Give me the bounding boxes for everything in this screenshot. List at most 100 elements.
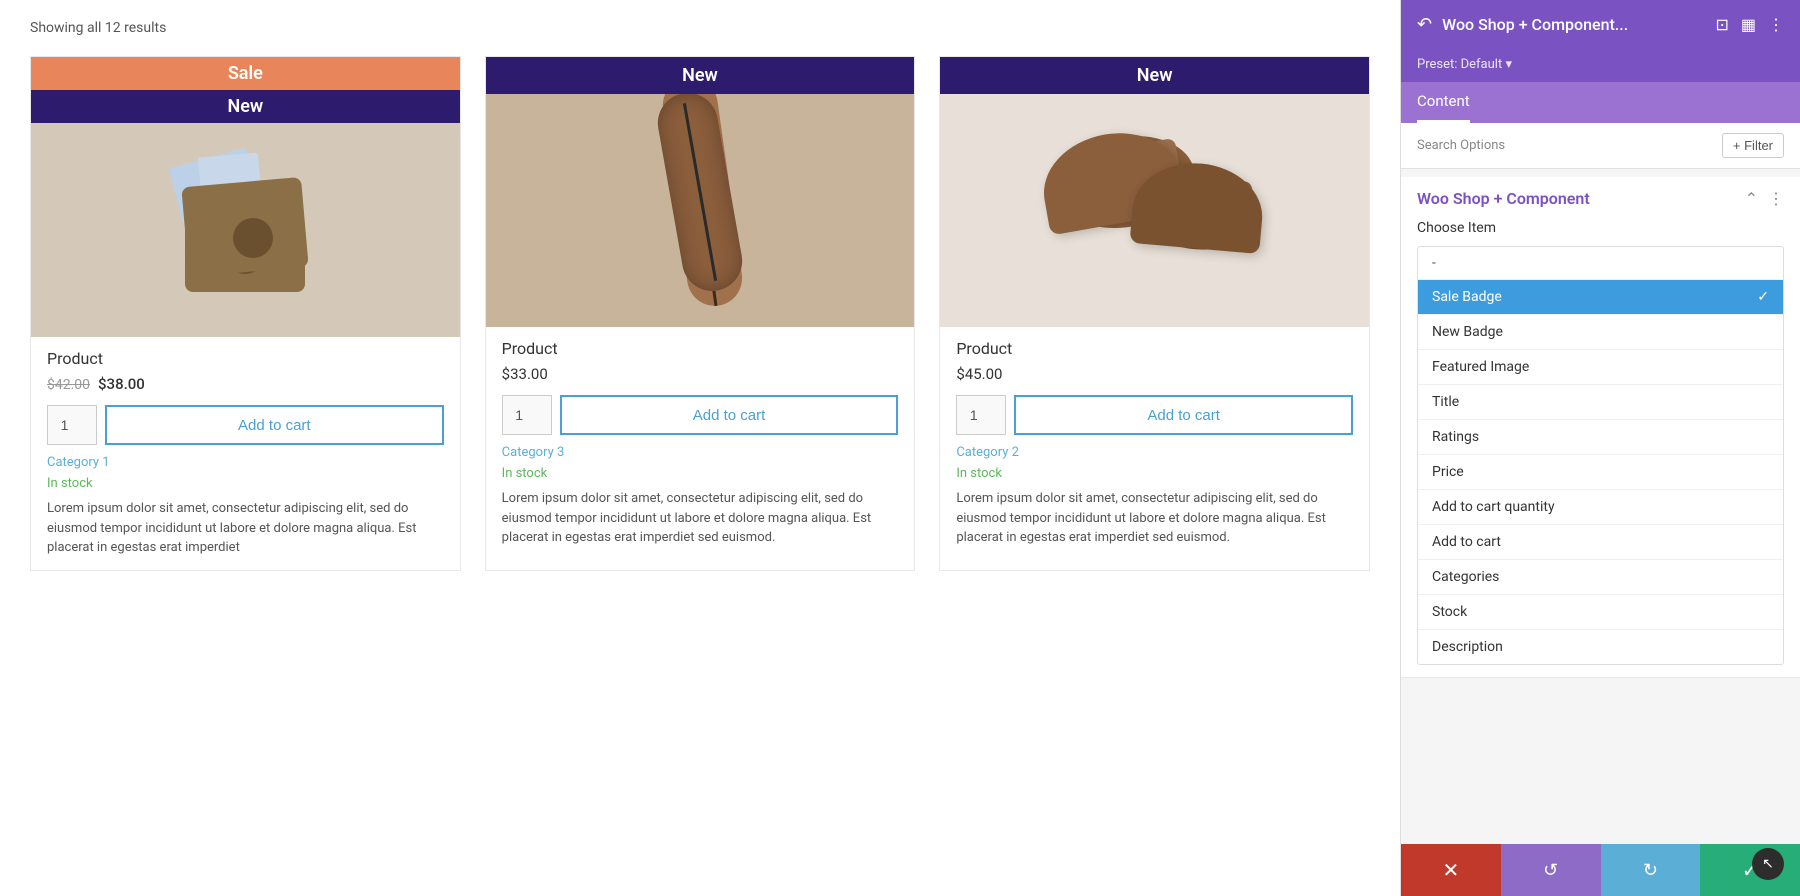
dropdown-item-stock[interactable]: Stock	[1418, 595, 1783, 630]
panel-title: Woo Shop + Component...	[1442, 15, 1628, 34]
cancel-button[interactable]: ✕	[1401, 844, 1501, 896]
shoes-svg	[1040, 57, 1270, 327]
panel-body: Search Options Filter Woo Shop + Compone…	[1401, 123, 1800, 844]
products-grid: Sale New Produ	[30, 56, 1370, 571]
dropdown-item-add-to-cart-quantity[interactable]: Add to cart quantity	[1418, 490, 1783, 525]
dropdown-item-new-badge[interactable]: New Badge	[1418, 315, 1783, 350]
dropdown-item-categories[interactable]: Categories	[1418, 560, 1783, 595]
badge-container-2: New	[486, 57, 915, 94]
stock-status-3: In stock	[956, 466, 1353, 481]
dropdown-item-sale-badge[interactable]: Sale Badge ✓	[1418, 280, 1783, 315]
product-title-3: Product	[956, 339, 1353, 358]
price-container-1: $42.00 $38.00	[47, 374, 444, 393]
fullscreen-icon[interactable]: ⊡	[1715, 15, 1728, 34]
category-link-1[interactable]: Category 1	[47, 455, 444, 470]
component-header: Woo Shop + Component ⌃ ⋮	[1417, 189, 1784, 208]
dropdown-item-label-description: Description	[1432, 639, 1503, 655]
dropdown-item-label-featured-image: Featured Image	[1432, 359, 1529, 375]
component-header-actions: ⌃ ⋮	[1745, 189, 1784, 208]
more-options-icon[interactable]: ⋮	[1768, 15, 1784, 34]
cancel-icon: ✕	[1442, 858, 1459, 883]
product-info-3: Product $45.00 Add to cart Category 2 In…	[940, 327, 1369, 560]
results-count: Showing all 12 results	[30, 20, 1370, 36]
product-image-2	[486, 57, 915, 327]
product-title-2: Product	[502, 339, 899, 358]
product-card-1: Sale New Produ	[30, 56, 461, 571]
choose-item-label: Choose Item	[1417, 220, 1784, 236]
add-to-cart-btn-3[interactable]: Add to cart	[1014, 395, 1353, 435]
qty-input-2[interactable]	[502, 395, 552, 435]
dropdown-item-label-categories: Categories	[1432, 569, 1499, 585]
component-title: Woo Shop + Component	[1417, 189, 1590, 208]
dropdown-dash[interactable]: -	[1418, 247, 1783, 280]
chevron-up-icon[interactable]: ⌃	[1745, 189, 1758, 208]
preset-label[interactable]: Preset: Default	[1417, 57, 1512, 72]
save-button[interactable]: ✓	[1700, 844, 1800, 896]
price-2: $33.00	[502, 365, 548, 383]
add-to-cart-row-2: Add to cart	[502, 395, 899, 435]
badge-container-3: New	[940, 57, 1369, 94]
dropdown-item-title[interactable]: Title	[1418, 385, 1783, 420]
check-icon-sale-badge: ✓	[1757, 289, 1769, 305]
preset-bar: Preset: Default	[1401, 49, 1800, 82]
content-tab-bar: Content	[1401, 82, 1800, 123]
dropdown-item-label-ratings: Ratings	[1432, 429, 1479, 445]
product-card-3: New	[939, 56, 1370, 571]
category-link-3[interactable]: Category 2	[956, 445, 1353, 460]
product-card-2: New Product $33.00 Add to c	[485, 56, 916, 571]
filter-button[interactable]: Filter	[1722, 133, 1784, 158]
component-section: Woo Shop + Component ⌃ ⋮ Choose Item - S…	[1401, 177, 1800, 678]
right-panel: ↶ Woo Shop + Component... ⊡ ▦ ⋮ Preset: …	[1400, 0, 1800, 896]
dropdown-item-add-to-cart[interactable]: Add to cart	[1418, 525, 1783, 560]
stock-status-2: In stock	[502, 466, 899, 481]
main-content: Showing all 12 results Sale New	[0, 0, 1400, 896]
product-title-1: Product	[47, 349, 444, 368]
cursor-icon: ↖	[1752, 848, 1784, 880]
new-badge-1: New	[31, 90, 460, 123]
redo-button[interactable]: ↻	[1601, 844, 1701, 896]
add-to-cart-btn-2[interactable]: Add to cart	[560, 395, 899, 435]
price-container-3: $45.00	[956, 364, 1353, 383]
component-more-icon[interactable]: ⋮	[1768, 189, 1784, 208]
dropdown-item-ratings[interactable]: Ratings	[1418, 420, 1783, 455]
category-link-2[interactable]: Category 3	[502, 445, 899, 460]
product-desc-3: Lorem ipsum dolor sit amet, consectetur …	[956, 489, 1353, 548]
badge-container-1: Sale New	[31, 57, 460, 123]
add-to-cart-btn-1[interactable]: Add to cart	[105, 405, 444, 445]
dropdown-item-label-add-to-cart-quantity: Add to cart quantity	[1432, 499, 1555, 515]
product-info-2: Product $33.00 Add to cart Category 3 In…	[486, 327, 915, 560]
content-tab[interactable]: Content	[1417, 82, 1470, 123]
search-options-bar: Search Options Filter	[1401, 123, 1800, 169]
product-image-3	[940, 57, 1369, 327]
redo-icon: ↻	[1643, 860, 1658, 881]
qty-input-1[interactable]	[47, 405, 97, 445]
dropdown-item-description[interactable]: Description	[1418, 630, 1783, 664]
back-icon[interactable]: ↶	[1417, 14, 1432, 35]
product-image-wrap-2	[486, 57, 915, 327]
new-badge-2: New	[486, 57, 915, 94]
dropdown-item-label-add-to-cart: Add to cart	[1432, 534, 1501, 550]
pencil-case-svg	[600, 57, 800, 327]
bottom-action-bar: ✕ ↺ ↻ ✓	[1401, 844, 1800, 896]
price-container-2: $33.00	[502, 364, 899, 383]
add-to-cart-row-1: Add to cart	[47, 405, 444, 445]
qty-input-3[interactable]	[956, 395, 1006, 435]
product-image-1	[31, 117, 460, 337]
dropdown-item-label-sale-badge: Sale Badge	[1432, 289, 1502, 305]
dropdown-item-label-new-badge: New Badge	[1432, 324, 1503, 340]
price-original-1: $42.00	[47, 377, 90, 393]
dropdown-item-label-title: Title	[1432, 394, 1459, 410]
dropdown-item-featured-image[interactable]: Featured Image	[1418, 350, 1783, 385]
layout-icon[interactable]: ▦	[1741, 15, 1756, 34]
panel-topbar-left: ↶ Woo Shop + Component...	[1417, 14, 1628, 35]
dropdown-item-label-stock: Stock	[1432, 604, 1467, 620]
price-current-1: $38.00	[98, 375, 145, 393]
dropdown-item-price[interactable]: Price	[1418, 455, 1783, 490]
undo-button[interactable]: ↺	[1501, 844, 1601, 896]
panel-topbar-right: ⊡ ▦ ⋮	[1715, 15, 1784, 34]
price-3: $45.00	[956, 365, 1002, 383]
product-image-wrap-3	[940, 57, 1369, 327]
new-badge-3: New	[940, 57, 1369, 94]
dropdown-item-label-price: Price	[1432, 464, 1464, 480]
undo-icon: ↺	[1543, 860, 1558, 881]
